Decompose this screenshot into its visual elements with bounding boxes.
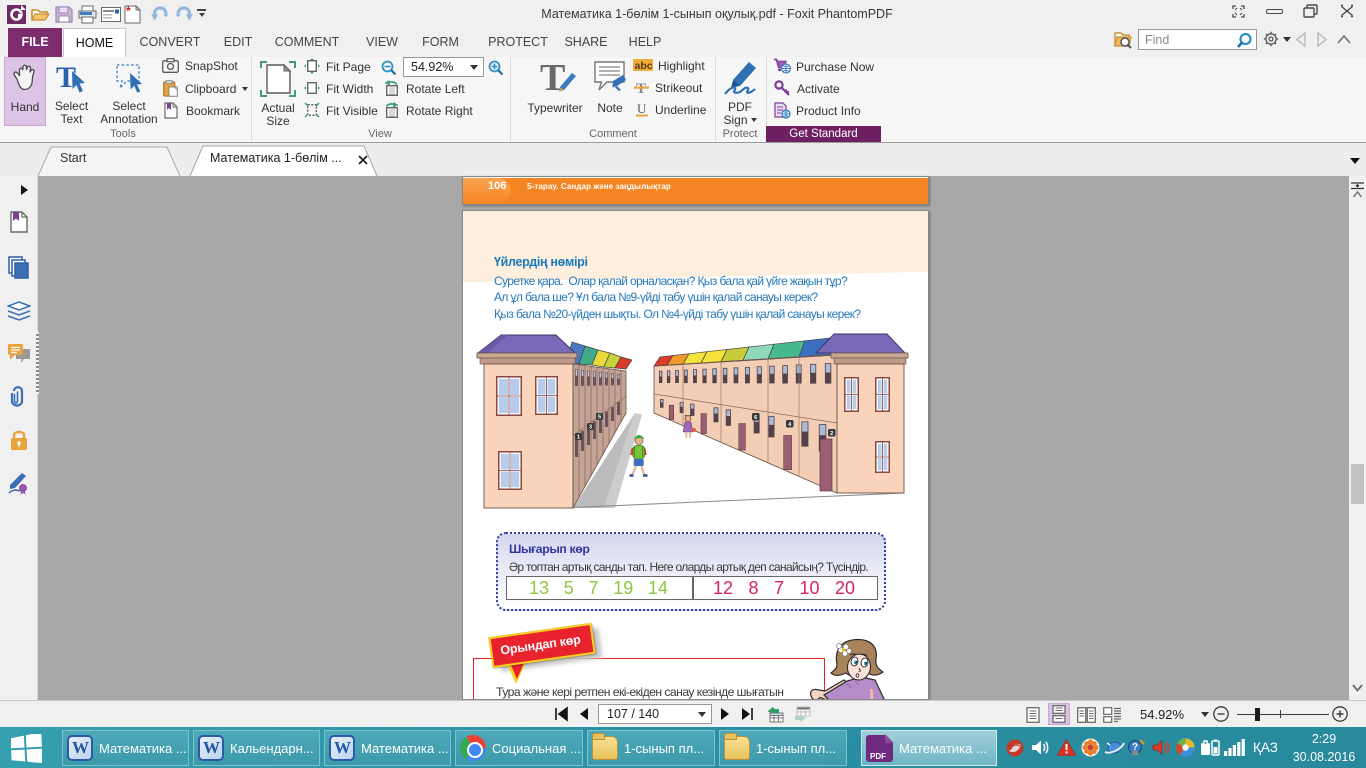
svg-text:*: * <box>126 5 131 18</box>
svg-text:?: ? <box>1132 742 1138 753</box>
svg-text:1: 1 <box>577 435 580 441</box>
svg-text:U: U <box>637 102 647 116</box>
svg-text:5: 5 <box>598 415 601 421</box>
svg-text:2: 2 <box>830 431 833 437</box>
svg-text:3: 3 <box>589 425 592 431</box>
svg-text:abc: abc <box>635 60 653 72</box>
svg-text:6: 6 <box>754 415 757 421</box>
